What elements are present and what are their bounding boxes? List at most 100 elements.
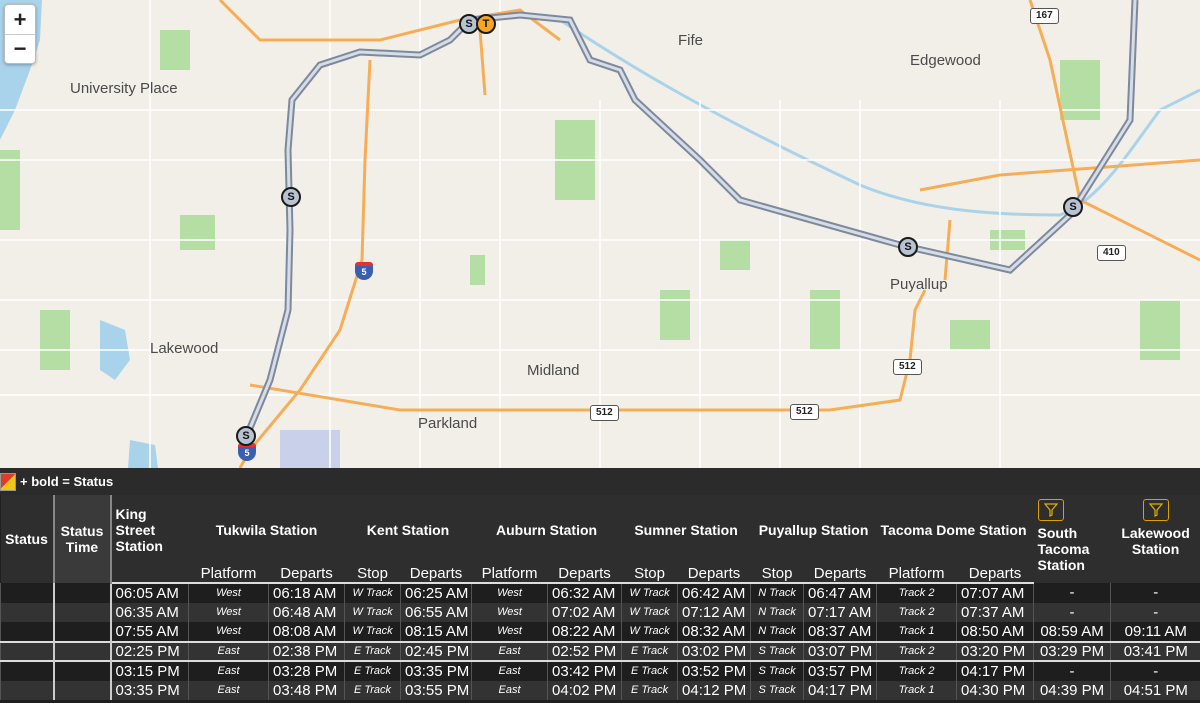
subheader-departs: Departs xyxy=(803,565,877,584)
auburn-platform: East xyxy=(471,640,548,661)
tacoma-departs: 07:07 AM xyxy=(956,583,1034,603)
tukwila-platform: East xyxy=(188,680,269,700)
king-departs: 03:35 PM xyxy=(110,680,189,700)
tukwila-platform: West xyxy=(188,602,269,622)
lakewood-time: - xyxy=(1110,602,1200,622)
south-tacoma-time: 03:29 PM xyxy=(1033,640,1111,661)
status-time-cell xyxy=(52,583,112,603)
tacoma-departs: 08:50 AM xyxy=(956,622,1034,642)
column-header-status-time[interactable]: Status Time xyxy=(52,495,112,583)
sumner-departs: 03:02 PM xyxy=(677,640,751,661)
puyallup-stop: S Track xyxy=(750,660,804,681)
table-row[interactable]: 07:55 AM West 08:08 AM W Track 08:15 AM West 0… xyxy=(0,622,1200,642)
station-marker-sounder[interactable]: S xyxy=(236,426,256,446)
kent-departs: 06:25 AM xyxy=(400,583,472,603)
filter-button-south-tacoma[interactable] xyxy=(1037,499,1064,521)
king-departs: 06:35 AM xyxy=(110,602,189,622)
subheader-platform: Platform xyxy=(188,565,269,584)
schedule-table-container[interactable]: Status Status Time King Street Station T… xyxy=(0,495,1200,703)
table-row[interactable]: 06:35 AM West 06:48 AM W Track 06:55 AM West 0… xyxy=(0,602,1200,622)
status-time-cell xyxy=(52,602,112,622)
status-cell xyxy=(0,622,54,642)
map-canvas xyxy=(0,0,1200,468)
table-row[interactable]: 03:15 PM East 03:28 PM E Track 03:35 PM East 0… xyxy=(0,660,1200,681)
column-header-status[interactable]: Status xyxy=(0,495,54,583)
table-row[interactable]: 06:05 AM West 06:18 AM W Track 06:25 AM West 0… xyxy=(0,583,1200,603)
sumner-stop: W Track xyxy=(621,602,678,622)
tacoma-platform: Track 2 xyxy=(876,660,957,681)
park xyxy=(660,290,690,340)
route-shield: 512 xyxy=(790,404,819,420)
station-marker-sounder[interactable]: S xyxy=(898,237,918,257)
column-header-king-street: King Street Station xyxy=(110,495,189,565)
filter-icon xyxy=(1043,503,1058,517)
status-time-cell xyxy=(52,622,112,642)
kent-stop: E Track xyxy=(344,640,401,661)
kent-stop: E Track xyxy=(344,660,401,681)
table-row[interactable]: 02:25 PM East 02:38 PM E Track 02:45 PM East 0… xyxy=(0,640,1200,661)
lakewood-time: 04:51 PM xyxy=(1110,680,1200,700)
auburn-departs: 04:02 PM xyxy=(547,680,622,700)
tukwila-platform: East xyxy=(188,640,269,661)
legend-text: + bold = Status xyxy=(20,474,114,489)
status-cell xyxy=(0,640,54,661)
station-marker-sounder[interactable]: S xyxy=(1063,197,1083,217)
park xyxy=(1060,60,1100,120)
column-header-sumner: Sumner Station xyxy=(621,495,751,565)
puyallup-departs: 08:37 AM xyxy=(803,622,877,642)
puyallup-departs: 07:17 AM xyxy=(803,602,877,622)
kent-stop: W Track xyxy=(344,622,401,642)
station-marker-sounder[interactable]: S xyxy=(281,187,301,207)
lakewood-time: - xyxy=(1110,583,1200,603)
subheader-platform: Platform xyxy=(876,565,957,584)
puyallup-stop: N Track xyxy=(750,622,804,642)
puyallup-stop: S Track xyxy=(750,640,804,661)
rail-line xyxy=(241,0,1139,442)
zoom-in-button[interactable]: + xyxy=(5,5,35,34)
tukwila-departs: 08:08 AM xyxy=(267,622,345,642)
sumner-stop: E Track xyxy=(621,680,678,700)
tacoma-departs: 03:20 PM xyxy=(956,640,1034,661)
auburn-platform: East xyxy=(471,660,548,681)
subheader-platform: Platform xyxy=(471,565,548,584)
subheader-blank xyxy=(110,565,189,584)
auburn-platform: West xyxy=(471,602,548,622)
king-departs: 06:05 AM xyxy=(110,583,189,603)
column-header-south-tacoma: South Tacoma Station xyxy=(1033,495,1111,583)
south-tacoma-time: - xyxy=(1033,602,1111,622)
kent-stop: W Track xyxy=(344,583,401,603)
subheader-departs: Departs xyxy=(547,565,622,584)
park xyxy=(470,255,485,285)
route-shield: 410 xyxy=(1097,245,1126,261)
column-header-lakewood: Lakewood Station xyxy=(1110,495,1200,583)
tacoma-platform: Track 2 xyxy=(876,640,957,661)
status-cell xyxy=(0,680,54,700)
table-row[interactable]: 03:35 PM East 03:48 PM E Track 03:55 PM East 0… xyxy=(0,680,1200,700)
tacoma-departs: 04:30 PM xyxy=(956,680,1034,700)
kent-departs: 02:45 PM xyxy=(400,640,472,661)
tukwila-departs: 03:48 PM xyxy=(267,680,345,700)
route-shield: 167 xyxy=(1030,8,1059,24)
tukwila-departs: 06:48 AM xyxy=(267,602,345,622)
status-time-cell xyxy=(52,640,112,661)
status-time-cell xyxy=(52,660,112,681)
zoom-out-button[interactable]: − xyxy=(5,34,35,63)
route-shield: 512 xyxy=(590,405,619,421)
station-marker-tlink[interactable]: T xyxy=(476,14,496,34)
water-lake-2 xyxy=(128,440,158,468)
kent-departs: 03:55 PM xyxy=(400,680,472,700)
interstate-shield: 5 xyxy=(355,262,373,280)
sumner-departs: 03:52 PM xyxy=(677,660,751,681)
puyallup-stop: N Track xyxy=(750,602,804,622)
auburn-departs: 08:22 AM xyxy=(547,622,622,642)
status-cell xyxy=(0,602,54,622)
tacoma-platform: Track 1 xyxy=(876,622,957,642)
filter-button-lakewood[interactable] xyxy=(1142,499,1169,521)
column-header-tukwila: Tukwila Station xyxy=(188,495,345,565)
place-label: Puyallup xyxy=(890,276,948,293)
status-time-cell xyxy=(52,680,112,700)
tukwila-departs: 06:18 AM xyxy=(267,583,345,603)
zoom-control: + − xyxy=(4,4,36,64)
sumner-departs: 06:42 AM xyxy=(677,583,751,603)
map-view[interactable]: + − University Place Fife Edgewood Lakew… xyxy=(0,0,1200,468)
